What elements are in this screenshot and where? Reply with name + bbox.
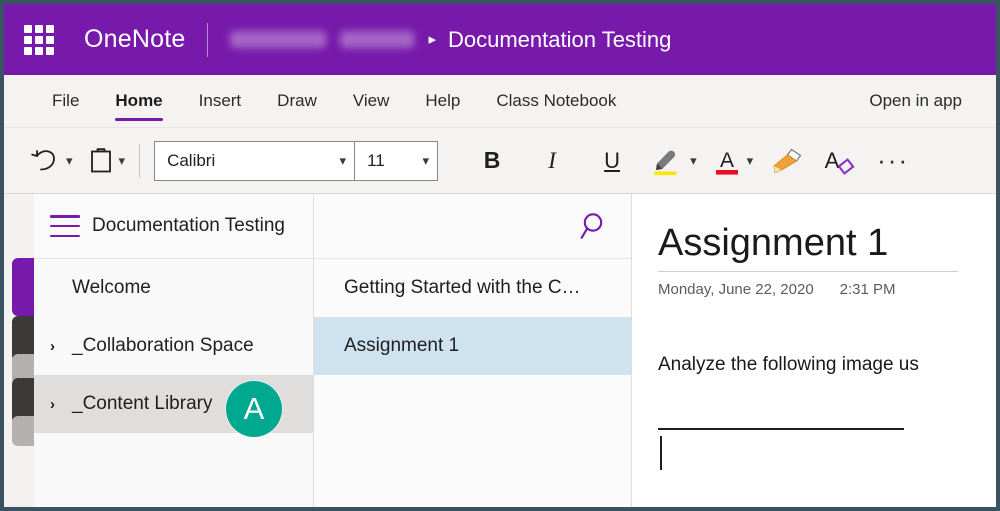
section-caret-placeholder-icon: › bbox=[50, 280, 72, 297]
app-launcher-grid-icon[interactable] bbox=[22, 23, 56, 57]
page-timestamp: Monday, June 22, 2020 2:31 PM bbox=[658, 281, 996, 298]
font-family-value: Calibri bbox=[167, 150, 216, 170]
tab-draw[interactable]: Draw bbox=[259, 75, 335, 127]
notebook-header: Documentation Testing bbox=[34, 194, 313, 259]
onenote-window: OneNote ▸ Documentation Testing File Hom… bbox=[0, 0, 1000, 511]
annotation-badge-a: A bbox=[226, 381, 282, 437]
toolbar-separator-1 bbox=[139, 143, 141, 178]
section-item-welcome[interactable]: › Welcome bbox=[34, 259, 313, 317]
toolbar-overflow-button[interactable]: ··· bbox=[871, 139, 915, 183]
font-size-chevron-down-icon[interactable]: ▾ bbox=[423, 154, 430, 167]
tab-file[interactable]: File bbox=[34, 75, 97, 127]
underline-button[interactable]: U bbox=[590, 139, 634, 183]
page-time: 2:31 PM bbox=[839, 280, 896, 298]
font-color-dropdown-chevron-down-icon[interactable]: ▾ bbox=[747, 154, 754, 167]
paste-button[interactable]: ▾ bbox=[89, 147, 126, 175]
section-list: › Welcome › _Collaboration Space › _Cont… bbox=[34, 259, 313, 507]
ribbon-toolbar: ▾ ▾ Calibri ▾ 11 ▾ B I U ▾ A ▾ A ··· bbox=[4, 128, 996, 194]
section-label: Welcome bbox=[72, 277, 151, 298]
font-color-button[interactable]: A ▾ bbox=[713, 145, 754, 177]
section-item-collaboration-space[interactable]: › _Collaboration Space bbox=[34, 317, 313, 375]
page-panel: Getting Started with the C… Assignment 1 bbox=[314, 194, 632, 507]
italic-button[interactable]: I bbox=[530, 139, 574, 183]
note-paragraph[interactable]: Analyze the following image us bbox=[658, 354, 996, 376]
section-expand-chevron-right-icon[interactable]: › bbox=[50, 396, 72, 413]
section-expand-chevron-right-icon[interactable]: › bbox=[50, 338, 72, 355]
search-magnifier-icon[interactable] bbox=[577, 209, 611, 243]
page-date: Monday, June 22, 2020 bbox=[658, 280, 814, 298]
tab-home[interactable]: Home bbox=[97, 75, 180, 127]
clear-formatting-button[interactable]: A bbox=[821, 145, 855, 177]
svg-text:A: A bbox=[720, 149, 734, 172]
hamburger-menu-icon[interactable] bbox=[50, 215, 80, 237]
breadcrumb-redacted-item-2[interactable] bbox=[340, 31, 415, 48]
font-color-a-icon: A bbox=[715, 149, 738, 175]
rail-tab-content-stack[interactable] bbox=[12, 416, 34, 446]
undo-button[interactable]: ▾ bbox=[30, 147, 73, 175]
clear-formatting-icon: A bbox=[825, 148, 855, 175]
tab-view[interactable]: View bbox=[335, 75, 408, 127]
svg-text:A: A bbox=[825, 148, 840, 173]
note-horizontal-rule bbox=[658, 427, 904, 430]
page-item-assignment-1[interactable]: Assignment 1 bbox=[314, 317, 631, 375]
undo-dropdown-chevron-down-icon[interactable]: ▾ bbox=[66, 154, 73, 167]
font-size-select[interactable]: 11 ▾ bbox=[354, 140, 439, 181]
section-panel: Documentation Testing › Welcome › _Colla… bbox=[34, 194, 314, 507]
main-body: Documentation Testing › Welcome › _Colla… bbox=[4, 194, 996, 507]
text-cursor bbox=[660, 435, 662, 470]
paste-dropdown-chevron-down-icon[interactable]: ▾ bbox=[119, 154, 126, 167]
section-label: _Collaboration Space bbox=[72, 335, 254, 356]
tab-insert[interactable]: Insert bbox=[181, 75, 260, 127]
title-underline-rule bbox=[658, 270, 958, 272]
clipboard-paste-icon bbox=[90, 147, 111, 172]
format-painter-brush-icon bbox=[773, 148, 802, 173]
page-panel-header bbox=[314, 194, 631, 259]
tab-help[interactable]: Help bbox=[407, 75, 478, 127]
notebook-title: Documentation Testing bbox=[92, 215, 285, 236]
suite-bar: OneNote ▸ Documentation Testing bbox=[4, 4, 996, 75]
font-size-value: 11 bbox=[367, 150, 385, 170]
undo-arrow-icon bbox=[31, 149, 55, 170]
tab-class-notebook[interactable]: Class Notebook bbox=[478, 75, 634, 127]
suite-bar-divider bbox=[207, 22, 209, 57]
breadcrumb: ▸ Documentation Testing bbox=[230, 27, 671, 53]
breadcrumb-current: Documentation Testing bbox=[448, 26, 672, 52]
note-canvas[interactable]: Assignment 1 Monday, June 22, 2020 2:31 P… bbox=[632, 194, 996, 507]
highlighter-pen-icon bbox=[654, 150, 677, 175]
font-family-select[interactable]: Calibri ▾ bbox=[154, 140, 355, 181]
section-label: _Content Library bbox=[72, 393, 213, 414]
ribbon-tab-spacer bbox=[634, 75, 851, 127]
font-family-chevron-down-icon[interactable]: ▾ bbox=[340, 154, 347, 167]
highlight-button[interactable]: ▾ bbox=[650, 145, 697, 177]
rail-tab-welcome[interactable] bbox=[12, 258, 34, 316]
bold-button[interactable]: B bbox=[470, 139, 514, 183]
highlight-dropdown-chevron-down-icon[interactable]: ▾ bbox=[690, 154, 697, 167]
ribbon-tab-strip: File Home Insert Draw View Help Class No… bbox=[4, 75, 996, 128]
breadcrumb-redacted-item-1[interactable] bbox=[230, 31, 327, 48]
app-name: OneNote bbox=[84, 25, 186, 53]
page-title[interactable]: Assignment 1 bbox=[658, 222, 996, 265]
page-item-getting-started[interactable]: Getting Started with the C… bbox=[314, 259, 631, 317]
breadcrumb-separator-icon: ▸ bbox=[428, 31, 436, 48]
format-painter-button[interactable] bbox=[769, 145, 805, 177]
section-color-rail bbox=[4, 194, 34, 507]
open-in-app-button[interactable]: Open in app bbox=[851, 75, 996, 127]
